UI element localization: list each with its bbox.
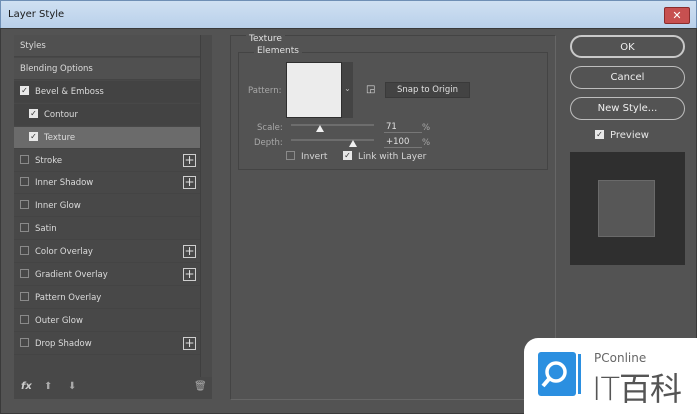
depth-slider[interactable] (291, 139, 374, 141)
style-item-bevel-emboss[interactable]: ✓ Bevel & Emboss (14, 80, 200, 103)
new-preset-icon[interactable]: ◲ (366, 84, 375, 95)
style-item-outer-glow[interactable]: Outer Glow (14, 310, 200, 332)
link-with-layer-checkbox[interactable]: ✓ Link with Layer (343, 151, 427, 162)
checkbox[interactable] (20, 200, 29, 210)
link-label: Link with Layer (358, 152, 427, 162)
fx-button[interactable]: fx (21, 381, 32, 392)
style-item-styles[interactable]: Styles (14, 35, 200, 57)
pattern-swatch[interactable] (286, 62, 342, 118)
add-plus-icon[interactable]: + (183, 336, 196, 350)
style-item-texture[interactable]: ✓ Texture (14, 126, 200, 149)
checkbox[interactable]: ✓ (20, 85, 29, 95)
styles-scrollbar[interactable] (200, 35, 212, 377)
checkbox[interactable] (20, 337, 29, 347)
depth-value-input[interactable]: +100 (384, 137, 422, 148)
style-item-stroke[interactable]: Stroke + (14, 150, 200, 172)
style-item-label: Outer Glow (35, 315, 83, 326)
add-plus-icon[interactable]: + (183, 245, 196, 259)
style-item-label: Satin (35, 224, 57, 235)
new-style-button[interactable]: New Style... (570, 97, 685, 120)
scale-slider[interactable] (291, 124, 374, 126)
add-plus-icon[interactable]: + (183, 268, 196, 281)
style-item-label: Color Overlay (35, 247, 93, 258)
texture-title: Texture (246, 34, 285, 44)
style-item-blending-options[interactable]: Blending Options (14, 57, 200, 80)
style-item-label: Drop Shadow (35, 338, 92, 349)
preview-box (570, 152, 685, 265)
pconline-watermark: PConline IT百科 (524, 338, 697, 414)
style-item-inner-shadow[interactable]: Inner Shadow + (14, 172, 200, 195)
depth-slider-thumb[interactable] (349, 140, 358, 147)
preview-label: Preview (610, 130, 649, 141)
style-item-contour[interactable]: ✓ Contour (14, 103, 200, 126)
style-item-label: Texture (44, 132, 76, 143)
style-item-pattern-overlay[interactable]: Pattern Overlay (14, 287, 200, 309)
checkbox-box (286, 151, 295, 160)
brand-text: PConline (594, 351, 647, 365)
style-item-label: Inner Shadow (35, 178, 94, 189)
pattern-label: Pattern: (248, 86, 282, 96)
pattern-dropdown-chevron-icon[interactable]: ⌄ (342, 62, 353, 118)
style-item-label: Contour (44, 109, 78, 120)
style-item-label: Bevel & Emboss (35, 86, 104, 97)
elements-title: Elements (254, 46, 302, 56)
checkbox[interactable] (20, 223, 29, 233)
invert-label: Invert (301, 152, 328, 162)
depth-label: Depth: (254, 138, 283, 148)
checkbox-box: ✓ (343, 151, 352, 160)
scale-unit: % (422, 123, 431, 133)
style-item-color-overlay[interactable]: Color Overlay + (14, 241, 200, 264)
ok-button[interactable]: OK (570, 35, 685, 58)
trash-icon[interactable]: 🗑 (194, 381, 207, 392)
pconline-logo-icon (538, 352, 581, 396)
checkbox[interactable] (20, 177, 29, 187)
style-item-label: Styles (20, 41, 46, 51)
add-plus-icon[interactable]: + (183, 176, 196, 190)
window-title: Layer Style (8, 9, 65, 20)
style-item-gradient-overlay[interactable]: Gradient Overlay + (14, 264, 200, 286)
move-up-icon[interactable]: ⬆ (44, 381, 52, 392)
style-item-label: Blending Options (20, 63, 93, 74)
styles-toolbar: fx ⬆ ⬇ 🗑 (14, 377, 212, 399)
checkbox-box: ✓ (595, 129, 604, 139)
style-item-label: Inner Glow (35, 201, 81, 212)
site-name: IT百科 (592, 370, 682, 408)
style-item-label: Stroke (35, 155, 63, 166)
checkbox[interactable] (20, 154, 29, 164)
checkbox[interactable] (20, 269, 29, 278)
scale-value-input[interactable]: 71 (384, 122, 422, 133)
style-item-label: Gradient Overlay (35, 270, 108, 280)
style-item-inner-glow[interactable]: Inner Glow (14, 195, 200, 218)
style-item-label: Pattern Overlay (35, 292, 102, 303)
preview-swatch (598, 180, 655, 237)
checkbox[interactable] (20, 291, 29, 301)
style-item-drop-shadow[interactable]: Drop Shadow + (14, 333, 200, 355)
add-plus-icon[interactable]: + (183, 153, 196, 167)
scale-label: Scale: (257, 123, 283, 133)
close-button[interactable]: ✕ (664, 7, 690, 24)
cancel-button[interactable]: Cancel (570, 66, 685, 89)
preview-checkbox[interactable]: ✓ Preview (595, 129, 649, 141)
style-item-satin[interactable]: Satin (14, 218, 200, 241)
snap-to-origin-button[interactable]: Snap to Origin (385, 82, 470, 98)
checkbox[interactable] (20, 314, 29, 324)
checkbox[interactable]: ✓ (29, 108, 38, 118)
checkbox[interactable] (20, 246, 29, 256)
checkbox[interactable]: ✓ (29, 131, 38, 141)
title-bar: Layer Style ✕ (0, 0, 697, 28)
invert-checkbox[interactable]: Invert (286, 151, 328, 162)
move-down-icon[interactable]: ⬇ (68, 381, 76, 392)
scale-slider-thumb[interactable] (316, 125, 325, 132)
depth-unit: % (422, 138, 431, 148)
